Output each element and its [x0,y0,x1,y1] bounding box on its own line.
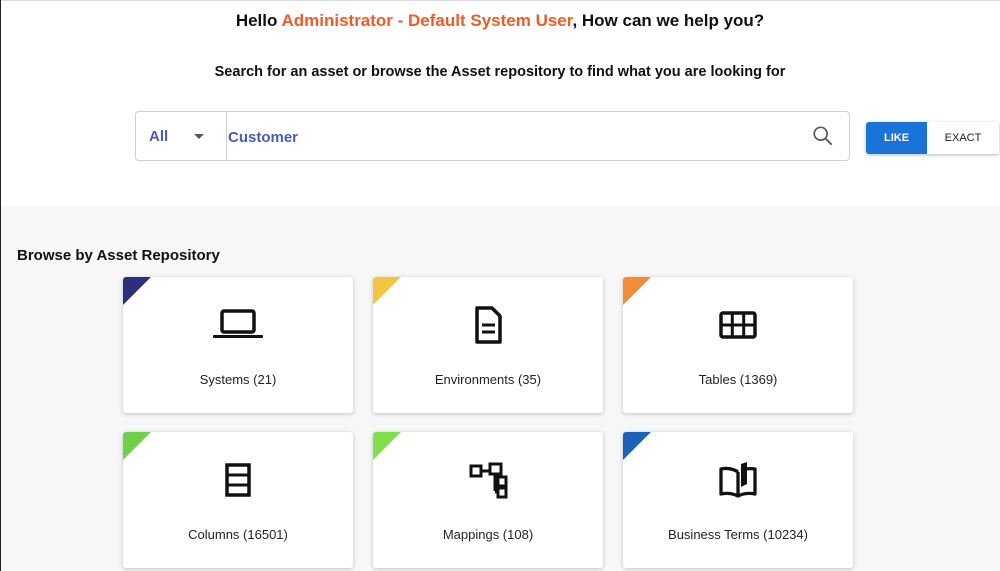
mapping-tree-icon [469,462,508,499]
card-label: Tables (1369) [698,372,778,387]
card-label: Environments (35) [434,372,542,387]
card-label: Mappings (108) [442,527,534,542]
like-toggle-button[interactable]: LIKE [866,122,927,154]
columns-icon [225,463,251,497]
search-bar: All [135,111,850,161]
chevron-down-icon [194,134,204,139]
scope-value: All [149,128,169,145]
corner-ribbon [623,432,651,460]
card-environments[interactable]: Environments (35) [373,277,603,413]
card-label: Business Terms (10234) [668,527,808,542]
search-input[interactable] [228,120,790,154]
greeting-suffix: , How can we help you? [572,11,765,30]
corner-ribbon [373,277,401,305]
greeting-prefix: Hello [235,11,282,30]
card-systems[interactable]: Systems (21) [123,277,353,413]
card-columns[interactable]: Columns (16501) [123,432,353,568]
card-mappings[interactable]: Mappings (108) [373,432,603,568]
search-icon[interactable] [812,125,834,147]
top-border [0,0,1000,1]
browse-section: Browse by Asset Repository Systems (21) … [1,206,1000,571]
match-mode-toggle: LIKE EXACT [866,122,999,154]
table-grid-icon [719,311,757,339]
search-subtitle: Search for an asset or browse the Asset … [214,64,786,80]
corner-ribbon [123,277,151,305]
card-label: Columns (16501) [188,527,288,542]
corner-ribbon [623,277,651,305]
user-name: Administrator - Default System User [281,11,573,30]
scope-dropdown[interactable]: All [136,112,227,160]
laptop-icon [213,309,263,338]
book-icon [719,462,757,498]
browse-title: Browse by Asset Repository [17,247,220,264]
corner-ribbon [373,432,401,460]
document-icon [475,306,502,344]
exact-toggle-button[interactable]: EXACT [927,122,999,154]
card-business-terms[interactable]: Business Terms (10234) [623,432,853,568]
card-tables[interactable]: Tables (1369) [623,277,853,413]
card-label: Systems (21) [199,372,277,387]
corner-ribbon [123,432,151,460]
greeting-heading: Hello Administrator - Default System Use… [0,11,1000,31]
